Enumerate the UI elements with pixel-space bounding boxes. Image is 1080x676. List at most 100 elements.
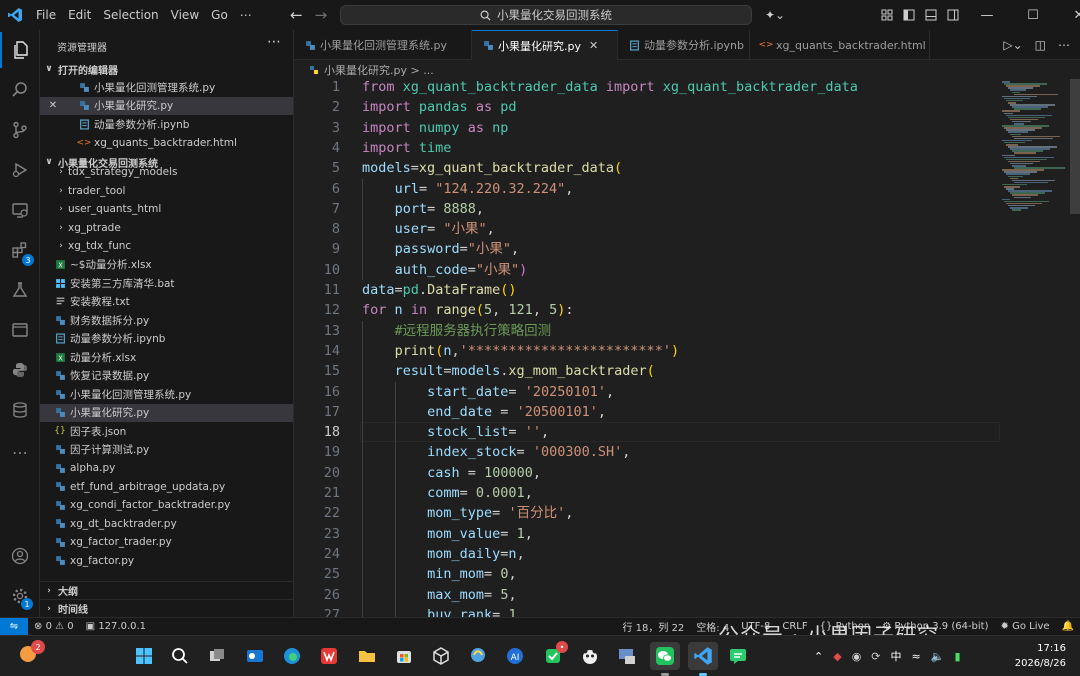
remote-indicator-icon[interactable]: ⇋: [0, 617, 28, 636]
remote-explorer-icon[interactable]: [0, 192, 40, 228]
layout-customize-icon[interactable]: [876, 0, 898, 30]
tab-1[interactable]: 小果量化回测管理系统.py: [294, 30, 472, 60]
open-editor-item[interactable]: 小果量化回测管理系统.py: [40, 78, 293, 97]
accounts-icon[interactable]: [0, 538, 40, 574]
problems-status[interactable]: ⊗ 0 ⚠ 0: [28, 621, 80, 632]
file-item[interactable]: 小果量化回测管理系统.py: [40, 385, 293, 404]
wps-office-icon[interactable]: [317, 644, 341, 668]
menu-selection[interactable]: Selection: [97, 0, 164, 30]
code-line[interactable]: url= "124.220.32.224",: [362, 179, 574, 199]
file-item[interactable]: xg_dt_backtrader.py: [40, 515, 293, 534]
code-line[interactable]: cash = 100000,: [362, 463, 541, 483]
tray-antivirus-icon[interactable]: ◆: [833, 650, 841, 663]
folder-item[interactable]: › user_quants_html: [40, 200, 293, 219]
copilot-icon[interactable]: ✦⌄: [760, 0, 790, 30]
folder-item[interactable]: › trader_tool: [40, 182, 293, 201]
folder-item[interactable]: › tdx_strategy_models: [40, 167, 293, 182]
file-item[interactable]: 财务数据拆分.py: [40, 311, 293, 330]
go-live-button[interactable]: ✹ Go Live: [995, 621, 1056, 632]
run-file-icon[interactable]: ▷⌄: [1003, 38, 1022, 52]
code-line[interactable]: stock_list= '',: [362, 422, 549, 442]
menu-more[interactable]: ⋯: [234, 0, 258, 30]
system-clock[interactable]: 17:16 2026/8/26: [1015, 641, 1066, 671]
tray-sync-icon[interactable]: ⟳: [871, 650, 880, 663]
outlook-icon[interactable]: [243, 644, 267, 668]
file-explorer-icon[interactable]: [355, 644, 379, 668]
minimap-slider[interactable]: [1070, 79, 1080, 214]
notifications-bell-icon[interactable]: 🔔: [1056, 621, 1080, 632]
battery-icon[interactable]: ▮: [954, 650, 960, 663]
remote-desktop-icon[interactable]: [615, 644, 639, 668]
tab-2[interactable]: 小果量化研究.py ✕: [472, 30, 618, 60]
task-view-icon[interactable]: [205, 644, 229, 668]
minimize-button[interactable]: —: [964, 0, 1010, 30]
split-editor-icon[interactable]: ◫: [1035, 38, 1046, 52]
code-line[interactable]: import time: [362, 138, 451, 158]
open-editor-item[interactable]: 动量参数分析.ipynb: [40, 115, 293, 134]
extensions-icon[interactable]: 3: [0, 232, 40, 268]
search-sidebar-icon[interactable]: [0, 72, 40, 108]
more-views-icon[interactable]: ⋯: [0, 434, 40, 470]
file-item[interactable]: X ~$动量分析.xlsx: [40, 256, 293, 275]
testing-flask-icon[interactable]: [0, 272, 40, 308]
open-editor-item[interactable]: ✕ 小果量化研究.py: [40, 96, 293, 115]
file-item[interactable]: 安装第三方库清华.bat: [40, 274, 293, 293]
chat-app-icon[interactable]: [726, 644, 750, 668]
wifi-icon[interactable]: ≈: [912, 650, 921, 663]
timeline-header[interactable]: › 时间线: [40, 599, 293, 617]
code-line[interactable]: mom_type= '百分比',: [362, 503, 573, 523]
file-item[interactable]: 小果量化研究.py: [40, 403, 293, 422]
code-line[interactable]: port= 8888,: [362, 199, 484, 219]
code-line[interactable]: mom_value= 1,: [362, 524, 533, 544]
code-line[interactable]: result=models.xg_mom_backtrader(: [362, 361, 655, 381]
code-editor[interactable]: 1 2 3 4 5 6 7 8 9 10 11 12 13 14 15 16 17 18 19 20 21 22 23 24 2…: [294, 79, 1000, 617]
volume-icon[interactable]: 🔈: [931, 650, 945, 663]
close-tab-icon[interactable]: ✕: [589, 39, 598, 52]
code-line[interactable]: min_mom= 0,: [362, 564, 516, 584]
cube-app-icon[interactable]: [429, 644, 453, 668]
file-item[interactable]: X 动量分析.xlsx: [40, 348, 293, 367]
file-item[interactable]: {} 因子表.json: [40, 422, 293, 441]
python-extension-icon[interactable]: [0, 352, 40, 388]
explorer-icon[interactable]: [0, 32, 40, 68]
file-item[interactable]: 安装教程.txt: [40, 293, 293, 312]
file-item[interactable]: xg_condi_factor_backtrader.py: [40, 496, 293, 515]
folder-item[interactable]: › xg_ptrade: [40, 219, 293, 238]
cursor-position[interactable]: 行 18，列 22: [616, 619, 690, 634]
code-line[interactable]: end_date = '20500101',: [362, 402, 606, 422]
tray-expand-icon[interactable]: ⌃: [814, 650, 823, 663]
balloon-app-icon[interactable]: [466, 644, 490, 668]
code-line[interactable]: from xg_quant_backtrader_data import xg_…: [362, 79, 858, 97]
wechat-icon[interactable]: [650, 642, 680, 676]
menu-view[interactable]: View: [165, 0, 205, 30]
menu-go[interactable]: Go: [205, 0, 234, 30]
outline-header[interactable]: › 大纲: [40, 581, 293, 599]
green-app-icon[interactable]: •: [541, 641, 568, 668]
file-item[interactable]: xg_factor_trader.py: [40, 533, 293, 552]
code-line[interactable]: comm= 0.0001,: [362, 483, 533, 503]
edge-ai-icon[interactable]: AI: [503, 644, 527, 668]
code-line[interactable]: import pandas as pd: [362, 97, 517, 117]
maximize-button[interactable]: ☐: [1010, 0, 1056, 30]
source-control-icon[interactable]: [0, 112, 40, 148]
code-line[interactable]: max_mom= 5,: [362, 585, 516, 605]
file-item[interactable]: etf_fund_arbitrage_updata.py: [40, 478, 293, 497]
code-line[interactable]: print(n,'************************'): [362, 341, 680, 361]
database-icon[interactable]: [0, 392, 40, 428]
tray-shield-icon[interactable]: ◉: [852, 650, 862, 663]
open-editors-header[interactable]: ∨ 打开的编辑器: [40, 60, 293, 78]
taskbar-search-icon[interactable]: [168, 644, 192, 668]
file-item[interactable]: 因子计算测试.py: [40, 441, 293, 460]
panda-app-icon[interactable]: [578, 644, 602, 668]
close-icon[interactable]: ✕: [40, 100, 66, 111]
code-line[interactable]: user= "小果",: [362, 219, 495, 239]
port-status[interactable]: ▣ 127.0.0.1: [80, 621, 152, 632]
code-line[interactable]: index_stock= '000300.SH',: [362, 442, 630, 462]
code-line[interactable]: auth_code="小果"): [362, 260, 528, 280]
toggle-sidebar-icon[interactable]: [898, 0, 920, 30]
forward-arrow-icon[interactable]: →: [315, 6, 328, 24]
code-line[interactable]: data=pd.DataFrame(): [362, 280, 517, 300]
tab-4[interactable]: <> xg_quants_backtrader.html: [750, 30, 930, 60]
run-debug-icon[interactable]: [0, 152, 40, 188]
manage-gear-icon[interactable]: 1: [0, 578, 40, 614]
